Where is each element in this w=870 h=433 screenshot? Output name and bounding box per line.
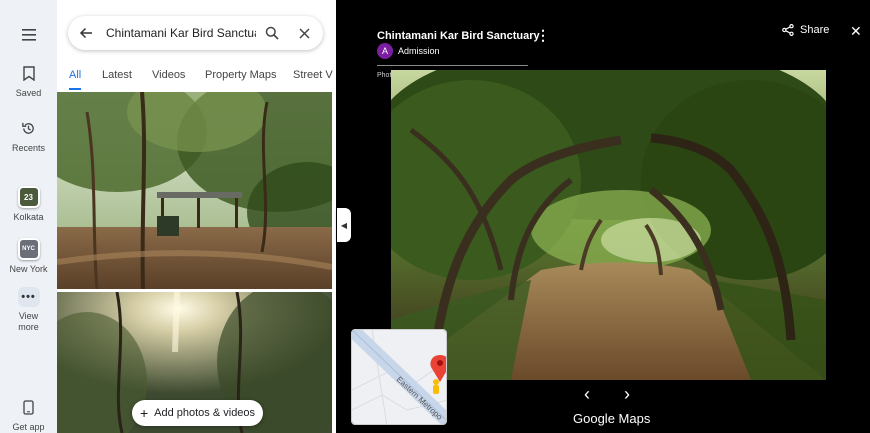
chevron-left-icon: ‹ bbox=[584, 384, 590, 404]
tab-property-maps[interactable]: Property Maps bbox=[205, 64, 277, 90]
avatar: A bbox=[377, 43, 393, 59]
previous-photo-button[interactable]: ‹ bbox=[584, 384, 590, 405]
thumbnail-badge: 23 bbox=[24, 192, 33, 202]
main-photo[interactable] bbox=[391, 70, 826, 380]
thumbnail-badge: NYC bbox=[22, 246, 35, 252]
place-thumbnail-icon: NYC bbox=[17, 238, 40, 260]
rail-item-label: Recents bbox=[11, 143, 46, 153]
photo-tile[interactable] bbox=[57, 92, 332, 289]
google-maps-logo: Google Maps bbox=[573, 411, 651, 426]
rail-item-label: Saved bbox=[15, 88, 42, 98]
rail-item-label: Kolkata bbox=[13, 212, 44, 222]
add-photos-button[interactable]: + Add photos & videos bbox=[132, 400, 263, 426]
rail-item-label: View more bbox=[18, 311, 39, 332]
side-rail: Saved Recents 23 Kolkata NYC New York ••… bbox=[0, 0, 57, 433]
rail-item-recents[interactable]: Recents bbox=[0, 117, 57, 154]
rail-item-view-more[interactable]: ••• View more bbox=[0, 287, 57, 333]
rail-item-get-app[interactable]: Get app bbox=[0, 396, 57, 433]
share-button[interactable]: Share bbox=[782, 24, 829, 36]
next-photo-button[interactable]: › bbox=[624, 384, 630, 405]
add-photos-label: Add photos & videos bbox=[154, 407, 256, 419]
place-thumbnail-icon: 23 bbox=[17, 186, 40, 208]
tab-all[interactable]: All bbox=[69, 64, 81, 90]
bookmark-icon bbox=[18, 62, 40, 84]
author-name: Admission bbox=[398, 46, 440, 56]
photos-panel: All Latest Videos Property Maps Street V bbox=[57, 0, 336, 433]
close-viewer-icon[interactable]: ✕ bbox=[850, 23, 862, 40]
rail-item-label: Get app bbox=[12, 422, 45, 432]
hamburger-menu-icon bbox=[18, 24, 40, 46]
share-icon bbox=[782, 24, 794, 36]
location-minimap[interactable]: Eastern Metropo bbox=[351, 329, 447, 425]
place-title: Chintamani Kar Bird Sanctuary bbox=[377, 30, 540, 42]
photo-author[interactable]: A Admission bbox=[377, 43, 440, 59]
back-arrow-icon[interactable] bbox=[74, 21, 98, 45]
more-vert-icon[interactable]: ⋮ bbox=[536, 27, 550, 44]
search-icon[interactable] bbox=[260, 21, 284, 45]
more-dots-icon: ••• bbox=[17, 287, 40, 307]
maps-app: Saved Recents 23 Kolkata NYC New York ••… bbox=[0, 0, 870, 433]
rail-item-kolkata[interactable]: 23 Kolkata bbox=[0, 186, 57, 223]
chevron-left-icon: ◀ bbox=[340, 220, 348, 230]
share-label: Share bbox=[800, 24, 830, 36]
search-input[interactable] bbox=[106, 26, 256, 40]
menu-button[interactable] bbox=[0, 24, 57, 46]
tab-street-view[interactable]: Street V bbox=[293, 64, 333, 90]
history-icon bbox=[18, 117, 40, 139]
plus-icon: + bbox=[139, 405, 149, 421]
collapse-panel-button[interactable]: ◀ bbox=[337, 208, 351, 242]
pegman-icon bbox=[433, 379, 439, 394]
rail-item-label: New York bbox=[9, 264, 48, 274]
photo-tabs: All Latest Videos Property Maps Street V bbox=[57, 64, 336, 92]
tab-videos[interactable]: Videos bbox=[152, 64, 185, 90]
search-box bbox=[68, 16, 323, 50]
rail-item-saved[interactable]: Saved bbox=[0, 62, 57, 99]
photo-viewer: Chintamani Kar Bird Sanctuary ⋮ A Admiss… bbox=[336, 0, 870, 433]
phone-icon bbox=[18, 396, 40, 418]
rail-item-new-york[interactable]: NYC New York bbox=[0, 238, 57, 275]
chevron-right-icon: › bbox=[624, 384, 630, 404]
divider bbox=[377, 65, 528, 66]
tab-latest[interactable]: Latest bbox=[102, 64, 132, 90]
close-icon[interactable] bbox=[292, 21, 316, 45]
